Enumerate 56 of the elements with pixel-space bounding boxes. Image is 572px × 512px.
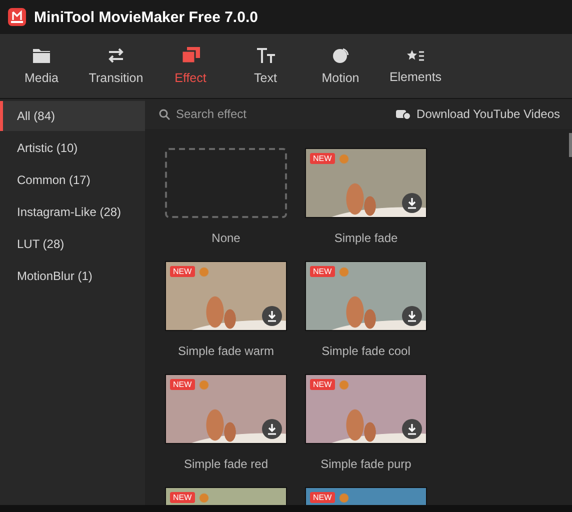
effect-label: Simple fade red	[184, 457, 268, 471]
new-badge: NEW	[170, 492, 195, 503]
star-list-icon	[407, 48, 424, 62]
new-badge: NEW	[310, 492, 335, 503]
vase-photo-thumbnail[interactable]: NEW	[305, 374, 427, 444]
effect-label: Simple fade warm	[178, 344, 274, 358]
vase-photo-thumbnail[interactable]: NEW	[305, 487, 427, 505]
download-icon	[407, 198, 417, 208]
effect-label: Simple fade cool	[322, 344, 410, 358]
category-item[interactable]: MotionBlur (1)	[0, 261, 145, 291]
vase-photo-thumbnail[interactable]: NEW	[165, 487, 287, 505]
category-item[interactable]: Artistic (10)	[0, 133, 145, 163]
new-badge: NEW	[310, 379, 335, 390]
effect-label: Simple fade	[334, 231, 398, 245]
text-icon	[256, 48, 274, 62]
toolbar-tab[interactable]: Elements	[378, 34, 453, 98]
new-badge: NEW	[310, 153, 335, 164]
toolbar-tab[interactable]: Text	[228, 34, 303, 98]
empty-effect-tile[interactable]	[165, 148, 287, 218]
search-field[interactable]: Search effect	[176, 107, 296, 121]
toolbar-tab[interactable]: Effect	[153, 34, 228, 98]
swap-arrows-icon	[107, 48, 125, 62]
category-item[interactable]: Common (17)	[0, 165, 145, 195]
ball-icon	[332, 47, 349, 63]
download-button[interactable]	[262, 306, 282, 326]
video-download-icon	[396, 108, 411, 120]
download-icon	[407, 424, 417, 434]
layers-icon	[182, 47, 200, 63]
effect-label: Simple fade purp	[320, 457, 412, 471]
download-icon	[407, 310, 417, 322]
download-link[interactable]: Download YouTube Videos	[396, 107, 560, 121]
window-title: MiniTool MovieMaker Free 7.0.0	[34, 8, 258, 26]
new-badge: NEW	[170, 266, 195, 277]
effect-label: None	[212, 231, 240, 245]
download-icon	[267, 310, 277, 322]
toolbar-tab[interactable]: Media	[4, 34, 79, 98]
download-button[interactable]	[402, 419, 422, 439]
app-logo-icon	[8, 8, 26, 26]
category-item[interactable]: Instagram-Like (28)	[0, 197, 145, 227]
download-button[interactable]	[262, 419, 282, 439]
folder-icon	[33, 48, 50, 62]
vase-photo-thumbnail[interactable]: NEW	[305, 261, 427, 331]
search-icon	[159, 108, 170, 120]
download-button[interactable]	[402, 193, 422, 213]
vase-photo-thumbnail[interactable]: NEW	[305, 148, 427, 218]
scrollbar-thumb[interactable]	[569, 133, 572, 157]
new-badge: NEW	[170, 379, 195, 390]
category-item[interactable]: All (84)	[0, 101, 145, 131]
download-button[interactable]	[402, 306, 422, 326]
vase-photo-thumbnail[interactable]: NEW	[165, 261, 287, 331]
download-icon	[267, 424, 277, 434]
toolbar-tab[interactable]: Transition	[79, 34, 153, 98]
vase-photo-thumbnail[interactable]: NEW	[165, 374, 287, 444]
new-badge: NEW	[310, 266, 335, 277]
toolbar-tab[interactable]: Motion	[303, 34, 378, 98]
category-item[interactable]: LUT (28)	[0, 229, 145, 259]
